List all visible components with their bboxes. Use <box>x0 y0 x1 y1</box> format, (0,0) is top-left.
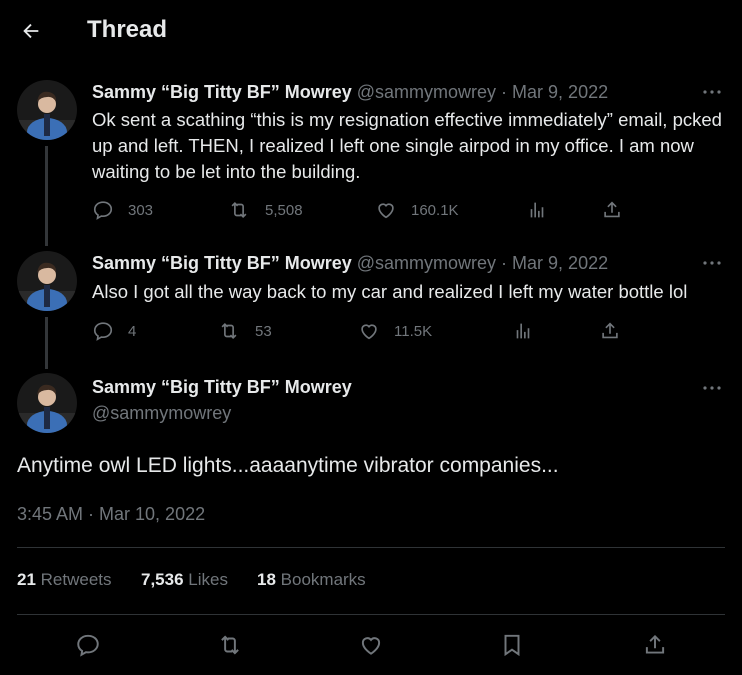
like-button[interactable]: 11.5K <box>358 320 432 342</box>
divider <box>17 614 725 615</box>
more-dots-icon <box>703 261 721 265</box>
tweet-header: Sammy “Big Titty BF” Mowrey @sammymowrey… <box>92 253 608 274</box>
share-button[interactable] <box>599 320 621 342</box>
share-icon <box>604 201 620 218</box>
main-more-options-button[interactable] <box>700 380 724 396</box>
bookmarks-count: 18 <box>257 570 276 589</box>
thread-connector <box>45 317 48 369</box>
analytics-button[interactable] <box>526 199 548 221</box>
separator: · <box>501 253 508 273</box>
separator: · <box>501 82 508 102</box>
more-dots-icon <box>703 386 721 390</box>
tweet-header: Sammy “Big Titty BF” Mowrey @sammymowrey… <box>92 82 608 103</box>
likes-stat[interactable]: 7,536 Likes <box>141 570 228 590</box>
retweet-count: 5,508 <box>265 201 303 219</box>
display-name[interactable]: Sammy “Big Titty BF” Mowrey <box>92 82 352 102</box>
retweet-count: 53 <box>255 322 272 340</box>
retweets-stat[interactable]: 21 Retweets <box>17 570 112 590</box>
reply-button[interactable]: 4 <box>92 320 136 342</box>
bookmark-button[interactable] <box>495 628 529 662</box>
bookmarks-label: Bookmarks <box>280 570 366 589</box>
main-avatar[interactable] <box>17 373 77 433</box>
divider <box>17 547 725 548</box>
display-name[interactable]: Sammy “Big Titty BF” Mowrey <box>92 253 352 273</box>
avatar[interactable] <box>17 80 77 140</box>
more-dots-icon <box>703 90 721 94</box>
reply-icon <box>77 634 99 657</box>
heart-icon <box>361 637 381 655</box>
reply-button[interactable] <box>71 628 105 662</box>
main-display-name[interactable]: Sammy “Big Titty BF” Mowrey <box>92 377 352 398</box>
tweet-text: Ok sent a scathing “this is my resignati… <box>92 109 722 182</box>
heart-icon <box>361 324 377 340</box>
bookmark-icon <box>504 634 520 657</box>
reply-count: 303 <box>128 201 154 219</box>
user-handle[interactable]: @sammymowrey <box>357 253 496 273</box>
retweet-button[interactable]: 5,508 <box>227 199 303 221</box>
share-button[interactable] <box>638 628 672 662</box>
like-button[interactable] <box>354 628 388 662</box>
main-timestamp[interactable]: 3:45 AM · Mar 10, 2022 <box>17 504 205 525</box>
retweet-icon <box>231 201 247 219</box>
more-options-button[interactable] <box>700 255 724 271</box>
thread-connector <box>45 146 48 246</box>
main-tweet-actions <box>0 628 742 662</box>
main-user-handle[interactable]: @sammymowrey <box>92 403 231 424</box>
retweet-button[interactable] <box>213 628 247 662</box>
back-button[interactable] <box>14 14 48 48</box>
like-button[interactable]: 160.1K <box>375 199 459 221</box>
reply-count: 4 <box>128 322 137 340</box>
tweet-text: Also I got all the way back to my car an… <box>92 281 688 302</box>
avatar[interactable] <box>17 251 77 311</box>
share-icon <box>602 322 618 339</box>
analytics-icon <box>516 323 530 339</box>
page-title: Thread <box>87 16 168 43</box>
tweet-date[interactable]: Mar 9, 2022 <box>512 253 608 273</box>
tweet-actions: 303 5,508 160.1K <box>92 199 632 221</box>
reply-button[interactable]: 303 <box>92 199 153 221</box>
retweets-count: 21 <box>17 570 36 589</box>
bookmarks-stat[interactable]: 18 Bookmarks <box>257 570 366 590</box>
retweet-button[interactable]: 53 <box>217 320 272 342</box>
reply-icon <box>93 201 113 220</box>
like-count: 11.5K <box>394 322 433 340</box>
likes-label: Likes <box>188 570 228 589</box>
main-tweet-text: Anytime owl LED lights...aaaanytime vibr… <box>17 454 559 477</box>
more-options-button[interactable] <box>700 84 724 100</box>
back-arrow-icon <box>23 23 39 39</box>
likes-count: 7,536 <box>141 570 184 589</box>
share-button[interactable] <box>601 199 623 221</box>
tweet-date[interactable]: Mar 9, 2022 <box>512 82 608 102</box>
retweet-icon <box>221 322 237 340</box>
retweets-label: Retweets <box>40 570 112 589</box>
user-handle[interactable]: @sammymowrey <box>357 82 496 102</box>
analytics-icon <box>530 202 544 218</box>
header: Thread <box>0 0 742 62</box>
share-icon <box>645 634 665 654</box>
tweet-actions: 4 53 11.5K <box>92 320 632 342</box>
reply-icon <box>93 322 113 341</box>
retweet-icon <box>221 635 239 655</box>
like-count: 160.1K <box>411 201 459 219</box>
heart-icon <box>378 203 394 219</box>
analytics-button[interactable] <box>512 320 534 342</box>
